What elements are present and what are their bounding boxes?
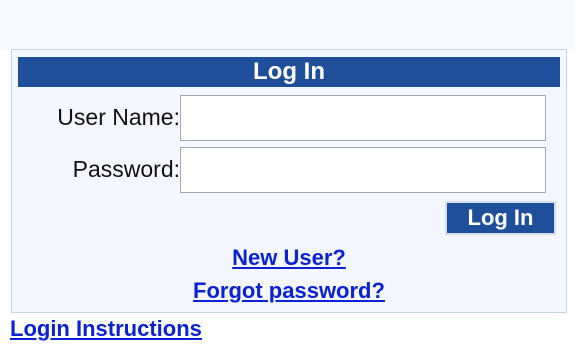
login-panel-header: Log In [18, 57, 560, 87]
forgot-password-link[interactable]: Forgot password? [12, 277, 566, 305]
new-user-link[interactable]: New User? [12, 244, 566, 272]
login-panel: Log In User Name: Password: Log In New U… [11, 49, 567, 313]
password-input[interactable] [180, 147, 546, 193]
login-button[interactable]: Log In [445, 201, 556, 235]
username-label: User Name: [57, 104, 180, 130]
page-top-band [0, 0, 574, 50]
login-instructions-link[interactable]: Login Instructions [10, 315, 202, 343]
password-label: Password: [72, 156, 180, 182]
username-input[interactable] [180, 95, 546, 141]
